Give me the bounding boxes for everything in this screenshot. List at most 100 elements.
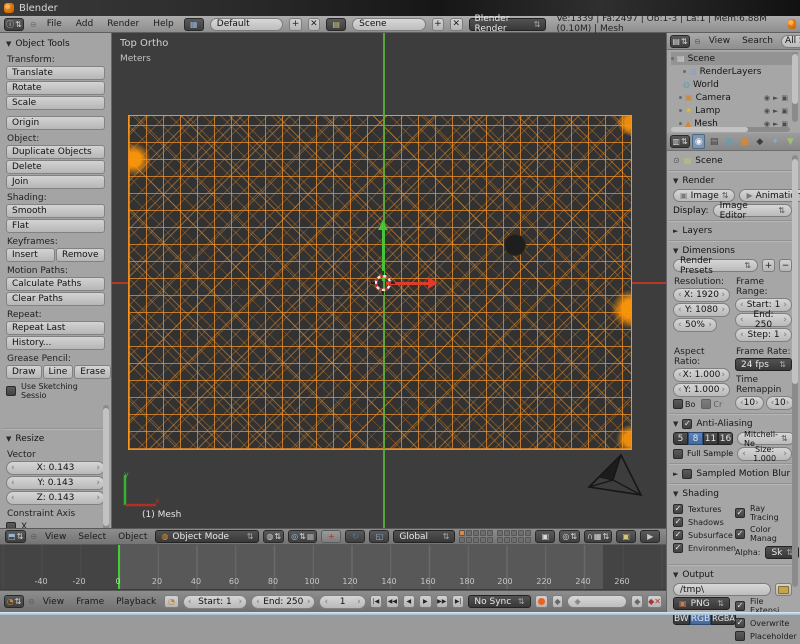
menu-help[interactable]: Help	[149, 19, 178, 29]
flat-button[interactable]: Flat	[6, 219, 105, 233]
manipulator-scale-button[interactable]: ◱	[369, 530, 389, 543]
overwrite-checkbox[interactable]	[735, 618, 745, 628]
aspect-x-field[interactable]: X: 1.000	[673, 368, 730, 382]
collapse-menus-icon[interactable]: ⊖	[30, 20, 37, 29]
outliner-item-scene[interactable]: ▤ Scene	[671, 52, 798, 65]
menu-view[interactable]: View	[39, 597, 68, 607]
resize-x-field[interactable]: X: 0.143	[6, 461, 105, 475]
display-dropdown[interactable]: Image Editor	[713, 204, 792, 217]
tab-world[interactable]: ◍	[723, 134, 736, 149]
render-panel-header[interactable]: ▼Render	[673, 174, 792, 188]
resolution-y-field[interactable]: Y: 1080	[673, 303, 730, 317]
close-scene-button[interactable]: ✕	[450, 18, 462, 31]
camera-object[interactable]	[585, 453, 645, 499]
add-preset-button[interactable]: +	[762, 259, 775, 272]
snap-dropdown[interactable]: ∩▦⇅	[584, 530, 612, 543]
aspect-y-field[interactable]: Y: 1.000	[673, 383, 730, 397]
border-checkbox[interactable]	[673, 399, 683, 409]
antialiasing-checkbox[interactable]	[682, 419, 692, 429]
remap-old-field[interactable]: 10	[735, 396, 764, 410]
scene-field[interactable]: Scene	[352, 18, 425, 31]
file-format-dropdown[interactable]: ▣PNG	[673, 597, 730, 610]
grease-draw-button[interactable]: Draw	[6, 365, 42, 379]
expand-dot-icon[interactable]	[683, 70, 686, 73]
viewport-3d[interactable]: Top Ortho Meters y x (1) Mesh	[112, 33, 666, 528]
outliner-item-world[interactable]: ◍ World	[671, 78, 798, 91]
tab-scene[interactable]: ▤	[707, 134, 720, 149]
renderability-icon[interactable]: ▣	[781, 107, 788, 115]
calculate-paths-button[interactable]: Calculate Paths	[6, 277, 105, 291]
pin-icon[interactable]: ⊙	[673, 156, 680, 165]
menu-select[interactable]: Select	[74, 532, 110, 542]
menu-view[interactable]: View	[705, 36, 734, 46]
cursor-3d-icon[interactable]	[371, 271, 395, 295]
resolution-x-field[interactable]: X: 1920	[673, 288, 730, 302]
outliner-hscrollbar[interactable]	[671, 127, 790, 132]
prev-keyframe-button[interactable]: ◀◀	[386, 595, 398, 608]
tab-constraints[interactable]: ◆	[753, 134, 766, 149]
join-button[interactable]: Join	[6, 175, 105, 189]
rotate-button[interactable]: Rotate	[6, 81, 105, 95]
delete-button[interactable]: Delete	[6, 160, 105, 174]
scene-selector-icon[interactable]: ▤	[326, 18, 346, 31]
menu-add[interactable]: Add	[72, 19, 97, 29]
fps-dropdown[interactable]: 24 fps	[735, 358, 792, 371]
frame-step-field[interactable]: Step: 1	[735, 328, 792, 342]
aa-samples-11[interactable]: 11	[703, 432, 718, 445]
manipulator-rotate-button[interactable]: ↻	[345, 530, 365, 543]
aa-samples-16[interactable]: 16	[718, 432, 733, 445]
color-management-checkbox[interactable]	[735, 529, 745, 539]
scale-button[interactable]: Scale	[6, 96, 105, 110]
clear-paths-button[interactable]: Clear Paths	[6, 292, 105, 306]
editor-type-selector[interactable]: ▥⇅	[670, 135, 690, 148]
aa-samples-8[interactable]: 8	[688, 432, 703, 445]
viewport-shading-dropdown[interactable]: ◍⇅	[263, 530, 284, 543]
file-extensions-checkbox[interactable]	[735, 601, 745, 611]
outliner-item-renderlayers[interactable]: ▥ RenderLayers	[671, 65, 798, 78]
keying-set-field[interactable]: ◆	[567, 595, 627, 608]
grease-erase-button[interactable]: Erase	[74, 365, 111, 379]
remove-preset-button[interactable]: −	[779, 259, 792, 272]
manipulator-translate-button[interactable]: +	[321, 530, 341, 543]
menu-playback[interactable]: Playback	[112, 597, 160, 607]
subsurface-checkbox[interactable]	[673, 530, 683, 540]
grease-line-button[interactable]: Line	[43, 365, 74, 379]
textures-checkbox[interactable]	[673, 504, 683, 514]
menu-search[interactable]: Search	[738, 36, 777, 46]
aa-samples-5[interactable]: 5	[673, 432, 688, 445]
shadows-checkbox[interactable]	[673, 517, 683, 527]
properties-scrollbar[interactable]	[792, 155, 798, 587]
menu-frame[interactable]: Frame	[72, 597, 108, 607]
play-reverse-button[interactable]: ◀	[403, 595, 415, 608]
pivot-point-dropdown[interactable]: ◎⇅▦	[288, 530, 317, 543]
outliner-filter-dropdown[interactable]: All Scene	[781, 35, 800, 48]
sync-dropdown[interactable]: No Sync	[468, 595, 530, 608]
repeat-last-button[interactable]: Repeat Last	[6, 321, 105, 335]
start-frame-field[interactable]: Start: 1	[183, 595, 247, 609]
mode-dropdown[interactable]: ◍Object Mode	[155, 530, 259, 543]
lock-to-scene-button[interactable]: ▣	[535, 530, 555, 543]
history-button[interactable]: History...	[6, 336, 105, 350]
menu-file[interactable]: File	[43, 19, 66, 29]
resize-z-field[interactable]: Z: 0.143	[6, 491, 105, 505]
aa-filter-dropdown[interactable]: Mitchell-Ne	[737, 432, 795, 445]
selectability-icon[interactable]: ►	[773, 94, 778, 102]
layer-buttons[interactable]	[459, 530, 531, 543]
transform-orientation-dropdown[interactable]: Global	[393, 530, 455, 543]
menu-render[interactable]: Render	[103, 19, 143, 29]
environment-checkbox[interactable]	[673, 543, 683, 553]
tab-modifiers[interactable]: ✦	[768, 134, 781, 149]
manipulator-x-arrow-icon[interactable]	[428, 277, 438, 289]
screen-layout-icon[interactable]: ▦	[184, 18, 204, 31]
placeholder-checkbox[interactable]	[735, 631, 745, 641]
aa-size-field[interactable]: Size: 1.000	[737, 447, 792, 461]
layer-grid-right[interactable]	[497, 530, 531, 543]
add-scene-button[interactable]: +	[432, 18, 444, 31]
frame-end-field[interactable]: End: 250	[735, 313, 792, 327]
screen-layout-field[interactable]: Default	[210, 18, 283, 31]
insert-keyframe-button[interactable]: ◆	[631, 595, 643, 608]
shading-panel-header[interactable]: ▼Shading	[673, 487, 792, 501]
insert-keyframe-button[interactable]: Insert	[6, 248, 55, 262]
outliner-vscrollbar[interactable]	[792, 52, 798, 122]
expand-dot-icon[interactable]	[679, 109, 682, 112]
